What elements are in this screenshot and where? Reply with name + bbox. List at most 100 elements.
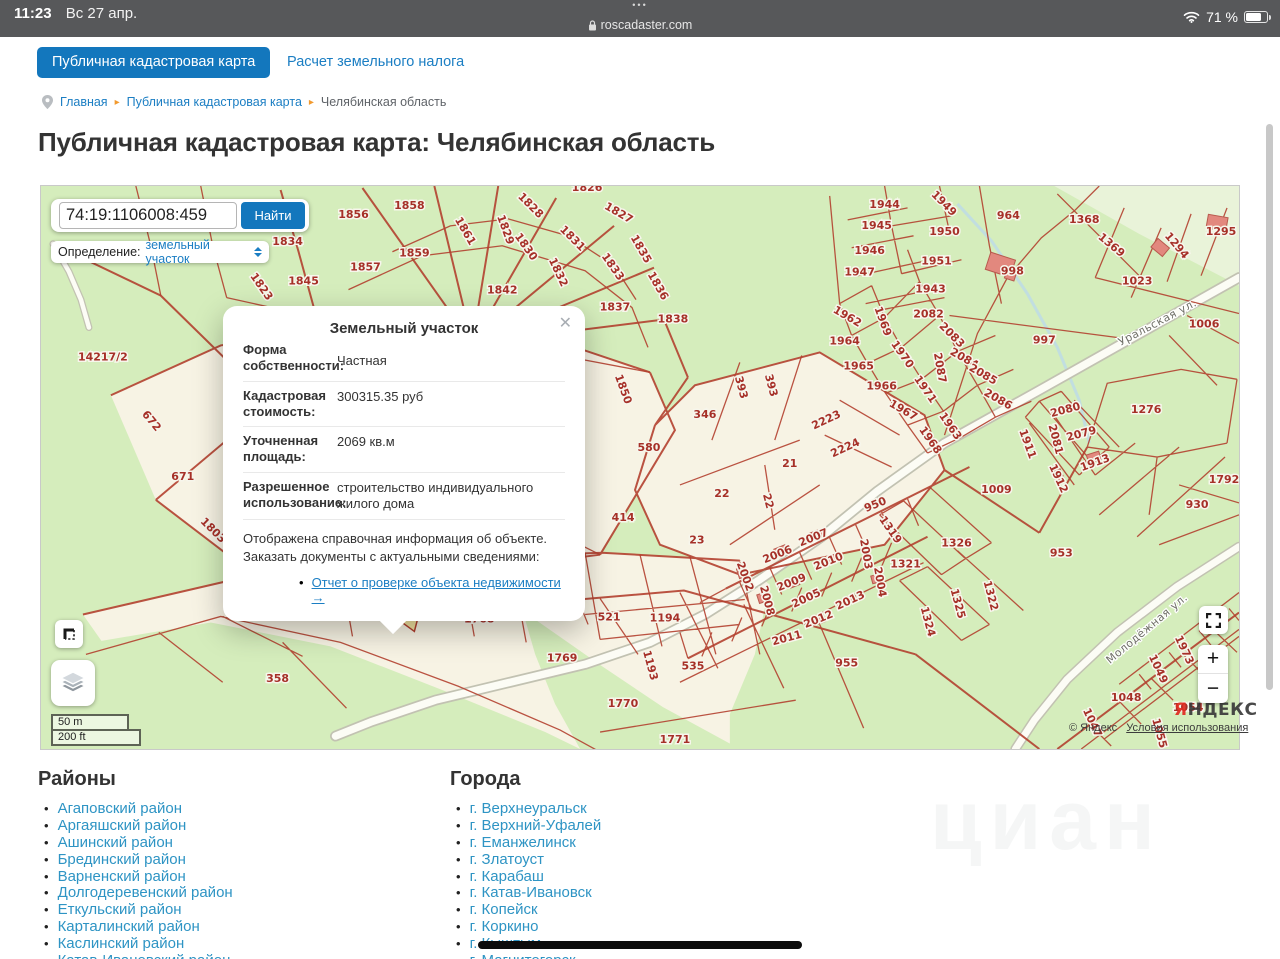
search-button[interactable]: Найти <box>241 202 305 229</box>
parcel-label[interactable]: 964 <box>997 209 1020 222</box>
parcel-label[interactable]: 346 <box>693 408 716 421</box>
popup-row: Уточненная площадь:2069 кв.м <box>243 427 565 473</box>
parcel-label[interactable]: 953 <box>1050 547 1073 560</box>
bullet: • <box>44 936 49 951</box>
parcel-label[interactable]: 1857 <box>350 261 381 274</box>
region-link[interactable]: Карталинский район <box>58 918 200 935</box>
parcel-label[interactable]: 1276 <box>1131 403 1162 416</box>
region-link[interactable]: Катав-Ивановский район <box>58 952 231 959</box>
region-link[interactable]: Варненский район <box>58 868 186 885</box>
parcel-label[interactable]: 1943 <box>915 283 946 296</box>
parcel-label[interactable]: 1321 <box>890 558 921 571</box>
parcel-label[interactable]: 23 <box>689 534 704 547</box>
parcel-label[interactable]: 1368 <box>1069 213 1100 226</box>
wifi-icon <box>1183 11 1200 23</box>
region-link[interactable]: г. Верхний-Уфалей <box>470 817 602 834</box>
zoom-in-button[interactable]: + <box>1198 645 1228 674</box>
parcel-label[interactable]: 1006 <box>1189 318 1220 331</box>
measure-button[interactable] <box>55 620 83 648</box>
parcel-label[interactable]: 1950 <box>929 225 960 238</box>
region-link[interactable]: Агаповский район <box>58 800 182 817</box>
tab-public-cadastral-map[interactable]: Публичная кадастровая карта <box>37 47 270 78</box>
region-link[interactable]: г. Катав-Ивановск <box>470 884 592 901</box>
watermark: циан <box>930 772 1163 869</box>
fullscreen-button[interactable] <box>1199 606 1228 634</box>
parcel-label[interactable]: 671 <box>171 470 194 483</box>
parcel-label[interactable]: 1792 <box>1209 473 1239 486</box>
region-link[interactable]: Брединский район <box>58 851 186 868</box>
parcel-label[interactable]: 414 <box>612 511 635 524</box>
parcel-label[interactable]: 22 <box>714 487 729 500</box>
map-canvas[interactable]: 183418561858185718591823184514217/267267… <box>41 186 1239 749</box>
parcel-label[interactable]: 955 <box>835 656 858 669</box>
parcel-label[interactable]: 535 <box>681 659 704 672</box>
region-link[interactable]: г. Копейск <box>470 901 538 918</box>
parcel-label[interactable]: 1023 <box>1122 275 1153 288</box>
parcel-label[interactable]: 1842 <box>487 284 518 297</box>
home-indicator[interactable] <box>478 941 802 949</box>
report-link[interactable]: Отчет о проверке объекта недвижимости → <box>312 575 565 605</box>
parcel-label[interactable]: 1009 <box>981 483 1012 496</box>
parcel-label[interactable]: 1295 <box>1206 225 1237 238</box>
parcel-label[interactable]: 1947 <box>844 266 875 279</box>
region-link[interactable]: Каслинский район <box>58 935 185 952</box>
parcel-label[interactable]: 1951 <box>921 255 952 268</box>
map-container[interactable]: 183418561858185718591823184514217/267267… <box>40 185 1240 750</box>
parcel-label[interactable]: 1966 <box>866 379 897 392</box>
parcel-label[interactable]: 998 <box>1001 265 1024 278</box>
popup-row-value: 2069 кв.м <box>337 433 565 466</box>
page-scrollbar[interactable] <box>1266 124 1273 690</box>
parcel-label[interactable]: 1771 <box>660 733 691 746</box>
parcel-label[interactable]: 14217/2 <box>78 350 128 363</box>
parcel-label[interactable]: 21 <box>782 457 797 470</box>
parcel-label[interactable]: 1859 <box>399 247 430 260</box>
parcel-label[interactable]: 1194 <box>650 611 681 624</box>
address-bar[interactable]: roscadaster.com <box>0 18 1280 32</box>
parcel-label[interactable]: 1964 <box>829 334 860 347</box>
parcel-label[interactable]: 1965 <box>843 359 874 372</box>
definition-value[interactable]: земельный участок <box>146 238 247 266</box>
parcel-label[interactable]: 2082 <box>913 308 944 321</box>
parcel-label[interactable]: 521 <box>598 610 621 623</box>
close-icon[interactable]: ✕ <box>559 313 572 333</box>
parcel-label[interactable]: 1945 <box>861 219 892 232</box>
zoom-out-button[interactable]: − <box>1198 674 1228 703</box>
parcel-label[interactable]: 1838 <box>658 313 689 326</box>
parcel-label[interactable]: 1856 <box>338 208 369 221</box>
region-link[interactable]: г. Карабаш <box>470 868 544 885</box>
parcel-label[interactable]: 1837 <box>600 301 631 314</box>
region-link[interactable]: Долгодеревенский район <box>58 884 233 901</box>
region-link[interactable]: г. Златоуст <box>470 851 544 868</box>
breadcrumb-item[interactable]: Главная <box>60 95 108 109</box>
bullet: • <box>44 885 49 900</box>
region-link[interactable]: г. Коркино <box>470 918 539 935</box>
parcel-label[interactable]: 930 <box>1186 498 1209 511</box>
region-link[interactable]: г. Магнитогорск <box>470 952 576 959</box>
parcel-label[interactable]: 1326 <box>941 537 972 550</box>
search-input[interactable] <box>59 202 237 229</box>
terms-link[interactable]: Условия использования <box>1126 722 1248 734</box>
parcel-label[interactable]: 580 <box>638 441 661 454</box>
popup-row-value: строительство индивидуального жилого дом… <box>337 479 565 514</box>
tab-land-tax-calc[interactable]: Расчет земельного налога <box>287 54 464 70</box>
parcel-label[interactable]: 1834 <box>272 235 303 248</box>
region-link[interactable]: г. Верхнеуральск <box>470 800 587 817</box>
breadcrumb-item[interactable]: Публичная кадастровая карта <box>127 95 302 109</box>
region-link[interactable]: Аргаяшский район <box>58 817 187 834</box>
parcel-label[interactable]: 1826 <box>572 186 603 194</box>
parcel-label[interactable]: 1858 <box>394 199 425 212</box>
parcel-label[interactable]: 1944 <box>869 198 900 211</box>
layers-button[interactable] <box>51 660 95 706</box>
parcel-label[interactable]: 1946 <box>854 244 885 257</box>
screen: 11:23 Вс 27 апр. ••• roscadaster.com 71 … <box>0 0 1280 959</box>
parcel-label[interactable]: 997 <box>1033 333 1056 346</box>
parcel-label[interactable]: 358 <box>266 672 289 685</box>
region-link[interactable]: г. Еманжелинск <box>470 834 576 851</box>
parcel-label[interactable]: 1769 <box>547 651 578 664</box>
region-link[interactable]: Ашинский район <box>58 834 173 851</box>
parcel-label[interactable]: 1845 <box>288 275 319 288</box>
region-link[interactable]: Еткульский район <box>58 901 182 918</box>
parcel-label[interactable]: 1770 <box>608 697 639 710</box>
select-arrows-icon[interactable] <box>254 247 262 257</box>
parcel-label[interactable]: 1048 <box>1111 691 1142 704</box>
